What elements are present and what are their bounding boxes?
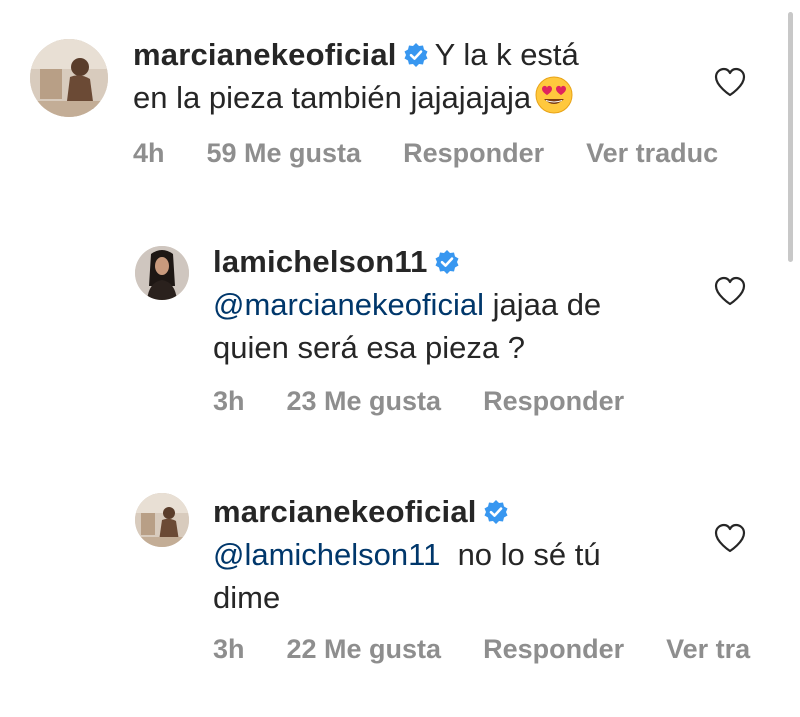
- scrollbar[interactable]: [788, 12, 793, 262]
- reply-body: lamichelson11 @marcianekeoficial jajaa d…: [213, 240, 601, 369]
- avatar[interactable]: [135, 246, 189, 300]
- comment-text: en la pieza también jajajajaja: [133, 80, 532, 115]
- timestamp: 3h: [213, 634, 245, 664]
- likes-count[interactable]: 59 Me gusta: [207, 138, 362, 168]
- translate-button[interactable]: Ver tra: [666, 634, 750, 664]
- mention-link[interactable]: @marcianekeoficial: [213, 287, 484, 322]
- username[interactable]: marcianekeoficial: [213, 494, 477, 529]
- reply-body: marcianekeoficial @lamichelson11 no lo s…: [213, 490, 601, 619]
- comment-text: jajaa de: [483, 287, 602, 322]
- comment-meta: 4h 59 Me gusta Responder Ver traduc: [133, 138, 718, 169]
- likes-count[interactable]: 22 Me gusta: [287, 634, 442, 664]
- verified-badge-icon: [404, 43, 428, 67]
- username[interactable]: lamichelson11: [213, 244, 428, 279]
- translate-button[interactable]: Ver traduc: [586, 138, 718, 168]
- reply-button[interactable]: Responder: [483, 386, 624, 416]
- avatar[interactable]: [135, 493, 189, 547]
- mention-link[interactable]: @lamichelson11: [213, 537, 440, 572]
- comment-text: dime: [213, 580, 281, 615]
- verified-badge-icon: [435, 250, 459, 274]
- avatar-image-icon: [135, 493, 189, 547]
- comment-text: Y la k está: [434, 37, 579, 72]
- heart-eyes-emoji-icon: [535, 76, 573, 114]
- reply-button[interactable]: Responder: [483, 634, 624, 664]
- verified-badge-icon: [484, 500, 508, 524]
- comment-text: quien será esa pieza ?: [213, 330, 525, 365]
- reply-button[interactable]: Responder: [403, 138, 544, 168]
- avatar-image-icon: [30, 39, 108, 117]
- like-heart-icon[interactable]: [713, 66, 747, 98]
- like-heart-icon[interactable]: [713, 522, 747, 554]
- username[interactable]: marcianekeoficial: [133, 37, 397, 72]
- avatar-image-icon: [135, 246, 189, 300]
- likes-count[interactable]: 23 Me gusta: [287, 386, 442, 416]
- comment-body: marcianekeoficial Y la k está en la pieza…: [133, 33, 579, 119]
- reply-meta: 3h 22 Me gusta Responder Ver tra: [213, 634, 750, 665]
- reply-meta: 3h 23 Me gusta Responder: [213, 386, 624, 417]
- timestamp: 4h: [133, 138, 165, 168]
- comment-text: no lo sé tú: [440, 537, 601, 572]
- timestamp: 3h: [213, 386, 245, 416]
- like-heart-icon[interactable]: [713, 275, 747, 307]
- avatar[interactable]: [30, 39, 108, 117]
